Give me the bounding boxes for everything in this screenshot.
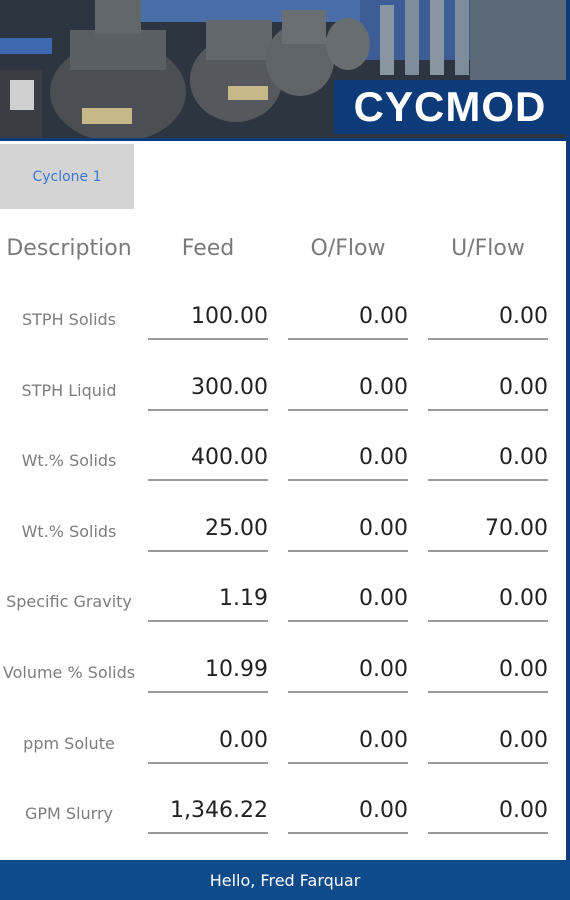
column-header-description: Description <box>6 236 132 261</box>
header-banner: CYCMOD <box>0 0 566 140</box>
banner-divider <box>0 138 570 141</box>
brand-logo: CYCMOD <box>334 80 566 134</box>
oflow-input[interactable]: 0.00 <box>288 584 408 622</box>
right-edge-border <box>566 0 570 900</box>
feed-input[interactable]: 0.00 <box>148 726 268 764</box>
feed-input[interactable]: 25.00 <box>148 514 268 552</box>
uflow-input[interactable]: 70.00 <box>428 514 548 552</box>
oflow-input[interactable]: 0.00 <box>288 655 408 693</box>
feed-input[interactable]: 100.00 <box>148 302 268 340</box>
feed-input[interactable]: 1,346.22 <box>148 796 268 834</box>
feed-input[interactable]: 300.00 <box>148 373 268 411</box>
uflow-input[interactable]: 0.00 <box>428 584 548 622</box>
logo-text: CYCMOD <box>353 83 547 130</box>
row-label: GPM Slurry <box>24 804 114 823</box>
row-label: STPH Solids <box>21 310 117 329</box>
column-header-feed: Feed <box>181 236 235 261</box>
row-label: ppm Solute <box>23 734 115 753</box>
column-header-oflow: O/Flow <box>310 236 386 261</box>
oflow-input[interactable]: 0.00 <box>288 726 408 764</box>
oflow-input[interactable]: 0.00 <box>288 373 408 411</box>
row-label: Wt.% Solids <box>21 522 117 541</box>
uflow-input[interactable]: 0.00 <box>428 443 548 481</box>
uflow-input[interactable]: 0.00 <box>428 373 548 411</box>
uflow-input[interactable]: 0.00 <box>428 796 548 834</box>
oflow-input[interactable]: 0.00 <box>288 443 408 481</box>
tab-cyclone-1[interactable]: Cyclone 1 <box>0 144 134 209</box>
feed-input[interactable]: 1.19 <box>148 584 268 622</box>
uflow-input[interactable]: 0.00 <box>428 726 548 764</box>
tab-label: Cyclone 1 <box>32 168 102 185</box>
row-label: STPH Liquid <box>21 381 117 400</box>
user-greeting: Hello, Fred Farquar <box>209 870 361 890</box>
feed-input[interactable]: 10.99 <box>148 655 268 693</box>
oflow-input[interactable]: 0.00 <box>288 796 408 834</box>
feed-input[interactable]: 400.00 <box>148 443 268 481</box>
oflow-input[interactable]: 0.00 <box>288 302 408 340</box>
oflow-input[interactable]: 0.00 <box>288 514 408 552</box>
row-label: Wt.% Solids <box>21 451 117 470</box>
uflow-input[interactable]: 0.00 <box>428 302 548 340</box>
footer-bar: Hello, Fred Farquar <box>0 860 570 900</box>
column-header-uflow: U/Flow <box>451 236 525 261</box>
row-label: Volume % Solids <box>2 663 136 682</box>
uflow-input[interactable]: 0.00 <box>428 655 548 693</box>
row-label: Specific Gravity <box>6 592 132 611</box>
